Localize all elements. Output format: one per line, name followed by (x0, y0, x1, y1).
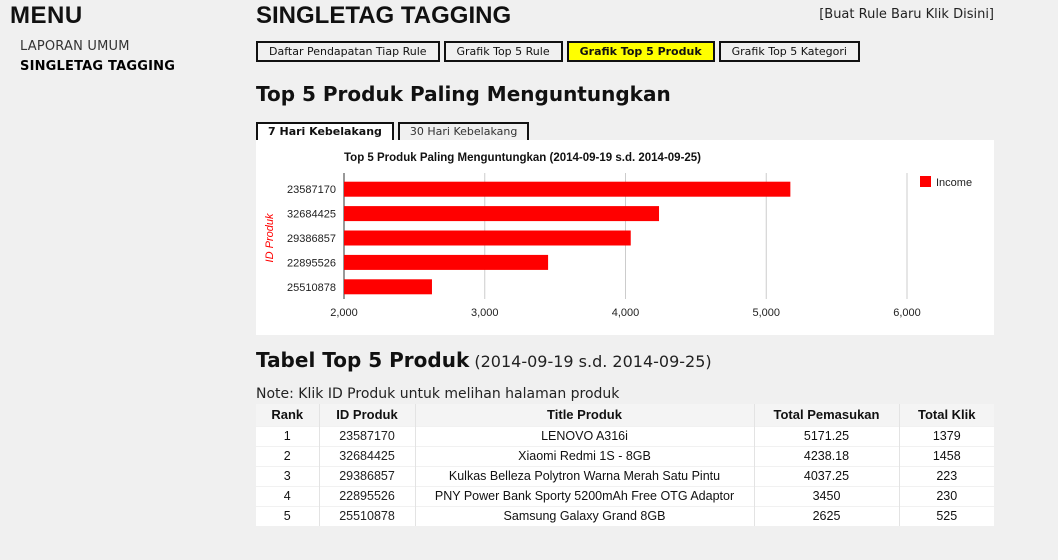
y-tick-label: 23587170 (287, 184, 336, 196)
y-axis-label: ID Produk (264, 213, 276, 262)
cell-rank: 1 (256, 425, 319, 446)
main-content: SINGLETAG TAGGING [Buat Rule Baru Klik D… (256, 0, 996, 560)
x-tick-label: 2,000 (330, 307, 358, 319)
cell-title: Xiaomi Redmi 1S - 8GB (414, 445, 754, 466)
legend-swatch (920, 176, 931, 187)
tab-7-hari[interactable]: 7 Hari Kebelakang (256, 122, 394, 140)
cell-rank: 4 (256, 485, 319, 506)
table-date-range: (2014-09-19 s.d. 2014-09-25) (474, 352, 712, 371)
range-tabs: 7 Hari Kebelakang 30 Hari Kebelakang (256, 122, 530, 140)
top5-table: Rank ID Produk Title Produk Total Pemasu… (256, 404, 994, 526)
x-tick-label: 3,000 (471, 307, 499, 319)
cell-rank: 2 (256, 445, 319, 466)
y-tick-label: 29386857 (287, 233, 336, 245)
cell-id-produk-link[interactable]: 32684425 (318, 445, 415, 466)
table-row: 2 32684425 Xiaomi Redmi 1S - 8GB 4238.18… (256, 445, 994, 466)
cell-pemasukan: 5171.25 (753, 425, 899, 446)
menu-list: LAPORAN UMUM SINGLETAG TAGGING (10, 39, 240, 74)
cell-title: Kulkas Belleza Polytron Warna Merah Satu… (414, 465, 754, 486)
legend-label: Income (936, 177, 972, 189)
table-row: 5 25510878 Samsung Galaxy Grand 8GB 2625… (256, 505, 994, 526)
cell-klik: 525 (898, 505, 994, 526)
page-title: SINGLETAG TAGGING (256, 2, 512, 29)
bar (344, 206, 660, 222)
cell-pemasukan: 2625 (753, 505, 899, 526)
sidebar: MENU LAPORAN UMUM SINGLETAG TAGGING (10, 2, 240, 79)
bar (344, 279, 432, 295)
cell-klik: 1458 (898, 445, 994, 466)
tab-grafik-top5-produk[interactable]: Grafik Top 5 Produk (566, 41, 715, 62)
tab-30-hari[interactable]: 30 Hari Kebelakang (397, 122, 530, 140)
chart-title: Top 5 Produk Paling Menguntungkan (2014-… (344, 152, 701, 164)
bar-chart: Top 5 Produk Paling Menguntungkan (2014-… (264, 152, 972, 319)
cell-title: LENOVO A316i (414, 425, 754, 446)
cell-klik: 1379 (898, 425, 994, 446)
chart-container: Top 5 Produk Paling Menguntungkan (2014-… (256, 140, 994, 335)
cell-id-produk-link[interactable]: 25510878 (318, 505, 415, 526)
y-tick-label: 22895526 (287, 257, 336, 269)
col-id-produk: ID Produk (318, 404, 415, 426)
cell-pemasukan: 4238.18 (753, 445, 899, 466)
table-title: Tabel Top 5 Produk (256, 348, 470, 372)
col-title-produk: Title Produk (414, 404, 754, 426)
y-tick-label: 32684425 (287, 209, 336, 221)
col-total-klik: Total Klik (898, 404, 994, 426)
menu-item-laporan-umum[interactable]: LAPORAN UMUM (20, 39, 240, 54)
table-row: 3 29386857 Kulkas Belleza Polytron Warna… (256, 465, 994, 486)
tab-daftar-pendapatan[interactable]: Daftar Pendapatan Tiap Rule (256, 41, 440, 62)
report-tabs: Daftar Pendapatan Tiap Rule Grafik Top 5… (256, 41, 860, 62)
bar (344, 181, 791, 197)
col-rank: Rank (256, 404, 319, 426)
tab-grafik-top5-kategori[interactable]: Grafik Top 5 Kategori (718, 41, 860, 62)
table-header-row: Rank ID Produk Title Produk Total Pemasu… (256, 404, 994, 426)
bar (344, 254, 549, 270)
cell-title: Samsung Galaxy Grand 8GB (414, 505, 754, 526)
cell-rank: 3 (256, 465, 319, 486)
cell-title: PNY Power Bank Sporty 5200mAh Free OTG A… (414, 485, 754, 506)
section-title: Top 5 Produk Paling Menguntungkan (256, 82, 671, 106)
x-tick-label: 6,000 (893, 307, 921, 319)
bar (344, 230, 631, 246)
col-total-pemasukan: Total Pemasukan (753, 404, 899, 426)
cell-id-produk-link[interactable]: 23587170 (318, 425, 415, 446)
table-note: Note: Klik ID Produk untuk melihan halam… (256, 386, 620, 402)
chart-legend: Income (920, 176, 972, 189)
cell-klik: 223 (898, 465, 994, 486)
cell-pemasukan: 3450 (753, 485, 899, 506)
table-heading: Tabel Top 5 Produk (2014-09-19 s.d. 2014… (256, 348, 712, 372)
menu-item-singletag-tagging[interactable]: SINGLETAG TAGGING (20, 59, 240, 74)
cell-id-produk-link[interactable]: 22895526 (318, 485, 415, 506)
new-rule-link[interactable]: [Buat Rule Baru Klik Disini] (819, 7, 994, 22)
cell-id-produk-link[interactable]: 29386857 (318, 465, 415, 486)
cell-pemasukan: 4037.25 (753, 465, 899, 486)
menu-title: MENU (10, 2, 83, 29)
cell-klik: 230 (898, 485, 994, 506)
x-tick-label: 4,000 (612, 307, 640, 319)
table-row: 1 23587170 LENOVO A316i 5171.25 1379 (256, 425, 994, 446)
tab-grafik-top5-rule[interactable]: Grafik Top 5 Rule (443, 41, 563, 62)
table-row: 4 22895526 PNY Power Bank Sporty 5200mAh… (256, 485, 994, 506)
y-tick-label: 25510878 (287, 282, 336, 294)
x-tick-label: 5,000 (752, 307, 780, 319)
cell-rank: 5 (256, 505, 319, 526)
